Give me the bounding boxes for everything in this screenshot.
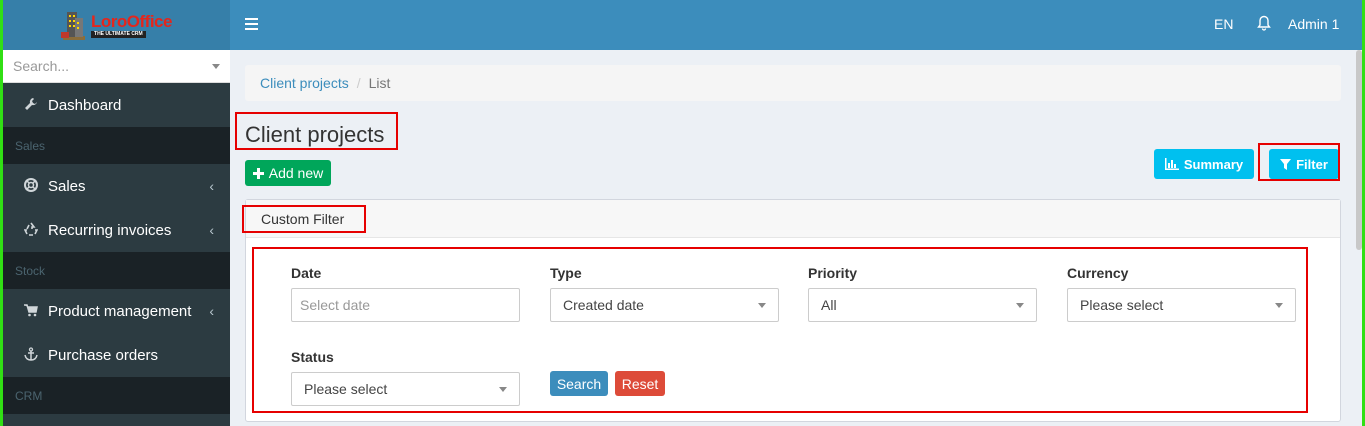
sidebar-item-product-management[interactable]: Product management ‹ (3, 289, 230, 333)
anchor-icon (22, 346, 40, 364)
caret-down-icon (758, 302, 766, 308)
logo-bar[interactable]: LoroOffice THE ULTIMATE CRM (3, 0, 230, 50)
currency-value: Please select (1080, 297, 1164, 313)
left-border (0, 0, 3, 426)
currency-label: Currency (1067, 265, 1129, 281)
building-logo-icon (61, 12, 86, 40)
sidebar-item-crm-partial[interactable] (3, 414, 230, 426)
breadcrumb: Client projects / List (245, 65, 1341, 101)
highlight-box-custom-filter (242, 205, 366, 233)
plus-icon (252, 167, 264, 179)
caret-down-icon (1275, 302, 1283, 308)
main-content: Client projects / List Client projects A… (230, 50, 1362, 426)
user-menu[interactable]: Admin 1 (1288, 16, 1339, 32)
date-input[interactable]: Select date (291, 288, 520, 322)
type-select[interactable]: Created date (550, 288, 779, 322)
priority-label: Priority (808, 265, 858, 281)
highlight-box-filter (1258, 143, 1340, 181)
cart-icon (22, 303, 40, 320)
chevron-left-icon: ‹ (209, 303, 214, 319)
status-label: Status (291, 349, 334, 365)
sidebar-header-crm: CRM (3, 377, 230, 414)
sidebar-item-label: Product management (48, 302, 192, 320)
summary-label: Summary (1183, 156, 1244, 172)
top-navbar: EN Admin 1 (230, 0, 1362, 50)
priority-select[interactable]: All (808, 288, 1037, 322)
sidebar-item-recurring-invoices[interactable]: Recurring invoices ‹ (3, 208, 230, 252)
language-selector[interactable]: EN (1214, 16, 1233, 32)
status-value: Please select (304, 381, 388, 397)
wrench-icon (22, 97, 40, 114)
brand-tagline: THE ULTIMATE CRM (91, 30, 146, 38)
search-button[interactable]: Search (550, 371, 608, 396)
recycle-icon (22, 222, 40, 239)
caret-down-icon (212, 63, 220, 69)
sidebar-search-select[interactable]: Search... (3, 50, 230, 83)
add-new-button[interactable]: Add new (245, 160, 331, 186)
sidebar: LoroOffice THE ULTIMATE CRM Search... Da… (3, 0, 230, 426)
sidebar-header-stock: Stock (3, 252, 230, 289)
logo[interactable]: LoroOffice THE ULTIMATE CRM (61, 8, 172, 42)
sidebar-item-purchase-orders[interactable]: Purchase orders (3, 333, 230, 377)
chevron-left-icon: ‹ (209, 222, 214, 238)
sidebar-item-dashboard[interactable]: Dashboard (3, 83, 230, 127)
sidebar-search-placeholder: Search... (13, 58, 70, 74)
type-label: Type (550, 265, 582, 281)
caret-down-icon (1016, 302, 1024, 308)
brand-name: LoroOffice (91, 11, 172, 31)
status-select[interactable]: Please select (291, 372, 520, 406)
sidebar-item-label: Recurring invoices (48, 221, 172, 239)
summary-button[interactable]: Summary (1154, 149, 1254, 179)
date-label: Date (291, 265, 322, 281)
sidebar-item-label: Dashboard (48, 96, 122, 114)
sidebar-header-sales: Sales (3, 127, 230, 164)
breadcrumb-link-client-projects[interactable]: Client projects (260, 75, 349, 91)
logo-text: LoroOffice THE ULTIMATE CRM (91, 13, 172, 38)
highlight-box-title (235, 112, 398, 150)
custom-filter-header: Custom Filter (246, 200, 1340, 238)
currency-select[interactable]: Please select (1067, 288, 1296, 322)
reset-button[interactable]: Reset (615, 371, 665, 396)
hamburger-menu-icon[interactable] (245, 18, 258, 33)
priority-value: All (821, 297, 837, 313)
caret-down-icon (499, 386, 507, 392)
life-ring-icon (22, 177, 40, 195)
breadcrumb-current: List (368, 75, 391, 91)
sidebar-item-sales[interactable]: Sales ‹ (3, 164, 230, 208)
date-placeholder: Select date (300, 297, 371, 313)
add-new-label: Add new (268, 165, 324, 181)
bar-chart-icon (1164, 158, 1179, 170)
breadcrumb-separator: / (356, 75, 361, 91)
sidebar-item-label: Sales (48, 177, 86, 195)
bell-icon[interactable] (1257, 15, 1271, 34)
sidebar-item-label: Purchase orders (48, 346, 159, 364)
type-value: Created date (563, 297, 644, 313)
chevron-left-icon: ‹ (209, 178, 214, 194)
